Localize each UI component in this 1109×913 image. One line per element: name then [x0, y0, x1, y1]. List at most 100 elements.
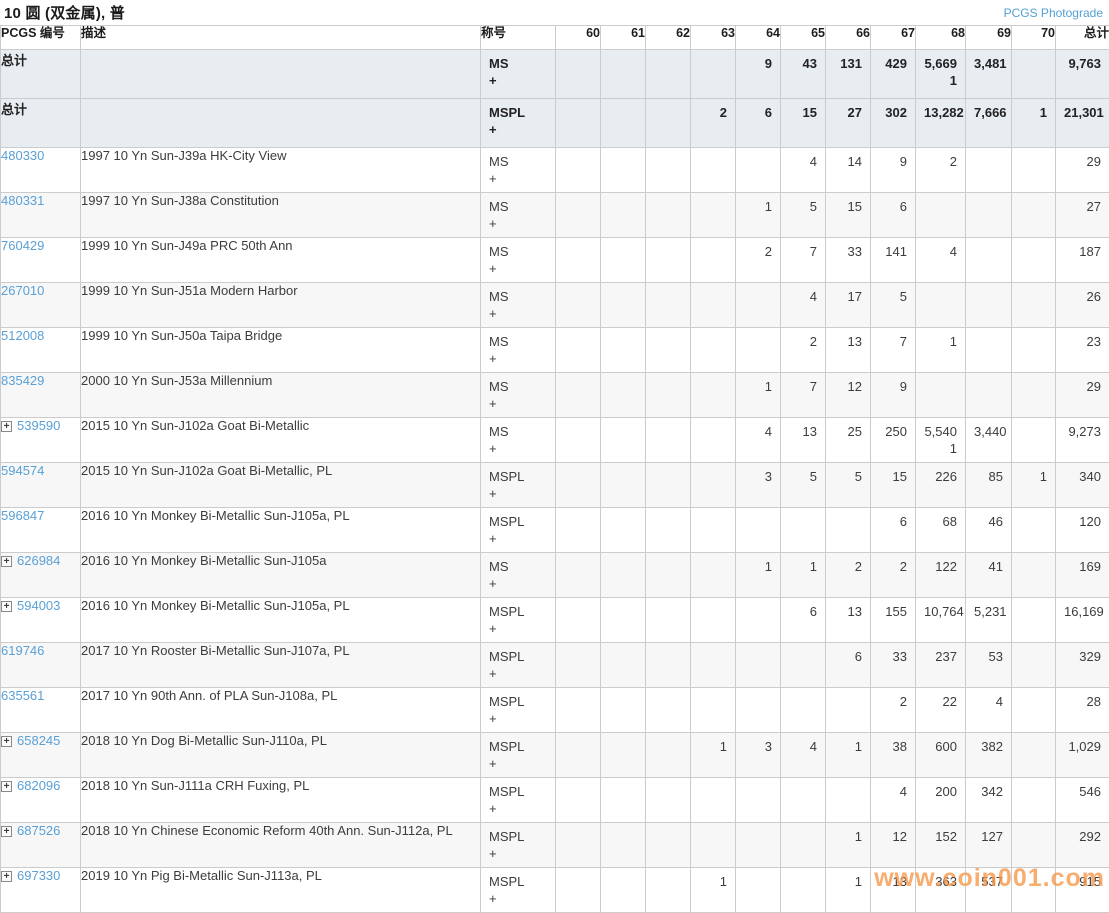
- description-cell: 2016 10 Yn Monkey Bi-Metallic Sun-J105a: [81, 553, 481, 598]
- grade-value-60: [556, 418, 600, 439]
- pcgs-number-cell: 635561: [1, 688, 81, 733]
- grade-value-69: [966, 193, 1011, 214]
- grade-cell-62: [646, 148, 691, 193]
- pcgs-number-cell: 835429: [1, 373, 81, 418]
- table-row: +6875262018 10 Yn Chinese Economic Refor…: [1, 823, 1109, 868]
- designation-line2: +: [481, 709, 555, 726]
- grade-cell-64: [736, 598, 781, 643]
- pcgs-number-link[interactable]: 512008: [1, 328, 44, 343]
- grade-value-60: [556, 99, 600, 120]
- grade-cell-69: [966, 283, 1012, 328]
- grade-value-61: [601, 643, 645, 664]
- pcgs-number-link[interactable]: 480330: [1, 148, 44, 163]
- pcgs-number-link[interactable]: 480331: [1, 193, 44, 208]
- grade-cell-65: 7: [781, 238, 826, 283]
- total-cell: 16,169: [1056, 598, 1109, 643]
- grade-cell-70: [1012, 283, 1056, 328]
- total-value: 16,169: [1056, 598, 1109, 619]
- grade-cell-64: [736, 283, 781, 328]
- grade-value-65: 13: [781, 418, 825, 439]
- pcgs-number-link[interactable]: 658245: [17, 733, 60, 748]
- grade-value-62: [646, 553, 690, 574]
- grade-value-64: [736, 328, 780, 349]
- description-cell: 2017 10 Yn Rooster Bi-Metallic Sun-J107a…: [81, 643, 481, 688]
- designation-line1: MSPL: [481, 733, 555, 754]
- grade-value-67: 9: [871, 373, 915, 394]
- total-cell: 9,273: [1056, 418, 1109, 463]
- grade-cell-61: [601, 99, 646, 148]
- pcgs-number-link[interactable]: 835429: [1, 373, 44, 388]
- col-header-66: 66: [826, 26, 871, 50]
- grade-cell-67: 15: [871, 463, 916, 508]
- pcgs-number-link[interactable]: 267010: [1, 283, 44, 298]
- grade-value-60: [556, 823, 600, 844]
- table-row: 4803311997 10 Yn Sun-J38a ConstitutionMS…: [1, 193, 1109, 238]
- pcgs-number-link[interactable]: 682096: [17, 778, 60, 793]
- expand-plus-icon[interactable]: +: [1, 871, 12, 882]
- pcgs-number-link[interactable]: 697330: [17, 868, 60, 883]
- designation-cell: MS+: [481, 418, 556, 463]
- pcgs-number-link[interactable]: 687526: [17, 823, 60, 838]
- grade-cell-67: 9: [871, 373, 916, 418]
- grade-cell-60: [556, 193, 601, 238]
- grade-cell-68: 600: [916, 733, 966, 778]
- grade-value-69: 382: [966, 733, 1011, 754]
- grade-value-63: 1: [691, 733, 735, 754]
- grade-cell-63: [691, 283, 736, 328]
- expand-plus-icon[interactable]: +: [1, 421, 12, 432]
- designation-line1: MSPL: [481, 508, 555, 529]
- expand-plus-icon[interactable]: +: [1, 781, 12, 792]
- table-row: 5945742015 10 Yn Sun-J102a Goat Bi-Metal…: [1, 463, 1109, 508]
- grade-cell-63: [691, 373, 736, 418]
- grade-cell-67: 5: [871, 283, 916, 328]
- designation-line1: MS: [481, 238, 555, 259]
- grade-cell-67: 302: [871, 99, 916, 148]
- pcgs-number-cell: 512008: [1, 328, 81, 373]
- expand-plus-icon[interactable]: +: [1, 601, 12, 612]
- grade-cell-70: [1012, 148, 1056, 193]
- grade-cell-62: [646, 868, 691, 913]
- pcgs-number-link[interactable]: 635561: [1, 688, 44, 703]
- designation-cell: MSPL+: [481, 688, 556, 733]
- grade-cell-66: 25: [826, 418, 871, 463]
- grade-value-65: 5: [781, 463, 825, 484]
- grade-cell-70: [1012, 778, 1056, 823]
- pcgs-number-link[interactable]: 539590: [17, 418, 60, 433]
- grade-cell-69: 7,666: [966, 99, 1012, 148]
- grade-cell-65: 4: [781, 148, 826, 193]
- grade-cell-70: [1012, 553, 1056, 598]
- grade-cell-66: 17: [826, 283, 871, 328]
- expand-plus-icon[interactable]: +: [1, 556, 12, 567]
- grade-cell-70: [1012, 508, 1056, 553]
- pcgs-number-link[interactable]: 619746: [1, 643, 44, 658]
- grade-cell-67: 33: [871, 643, 916, 688]
- grade-cell-69: [966, 328, 1012, 373]
- total-cell: 27: [1056, 193, 1109, 238]
- grade-value-62: [646, 643, 690, 664]
- grade-cell-68: [916, 373, 966, 418]
- pcgs-number-link[interactable]: 596847: [1, 508, 44, 523]
- grade-value-65: 5: [781, 193, 825, 214]
- designation-line1: MSPL: [481, 823, 555, 844]
- grade-value-61: [601, 193, 645, 214]
- total-value: 1,029: [1056, 733, 1109, 754]
- grade-value-67: 38: [871, 733, 915, 754]
- grade-value-60: [556, 148, 600, 169]
- grade-cell-67: 6: [871, 193, 916, 238]
- grade-cell-60: [556, 868, 601, 913]
- grade-cell-69: [966, 193, 1012, 238]
- grade-cell-60: [556, 99, 601, 148]
- pcgs-photograde-link[interactable]: PCGS Photograde: [1004, 6, 1103, 20]
- pcgs-number-link[interactable]: 594574: [1, 463, 44, 478]
- total-cell: 23: [1056, 328, 1109, 373]
- col-header-designation: 称号: [481, 26, 556, 50]
- expand-plus-icon[interactable]: +: [1, 826, 12, 837]
- expand-plus-icon[interactable]: +: [1, 736, 12, 747]
- grade-cell-65: [781, 778, 826, 823]
- pcgs-number-link[interactable]: 760429: [1, 238, 44, 253]
- grade-cell-70: [1012, 50, 1056, 99]
- grade-value-68: 226: [916, 463, 965, 484]
- total-value: 187: [1056, 238, 1109, 259]
- pcgs-number-link[interactable]: 626984: [17, 553, 60, 568]
- pcgs-number-link[interactable]: 594003: [17, 598, 60, 613]
